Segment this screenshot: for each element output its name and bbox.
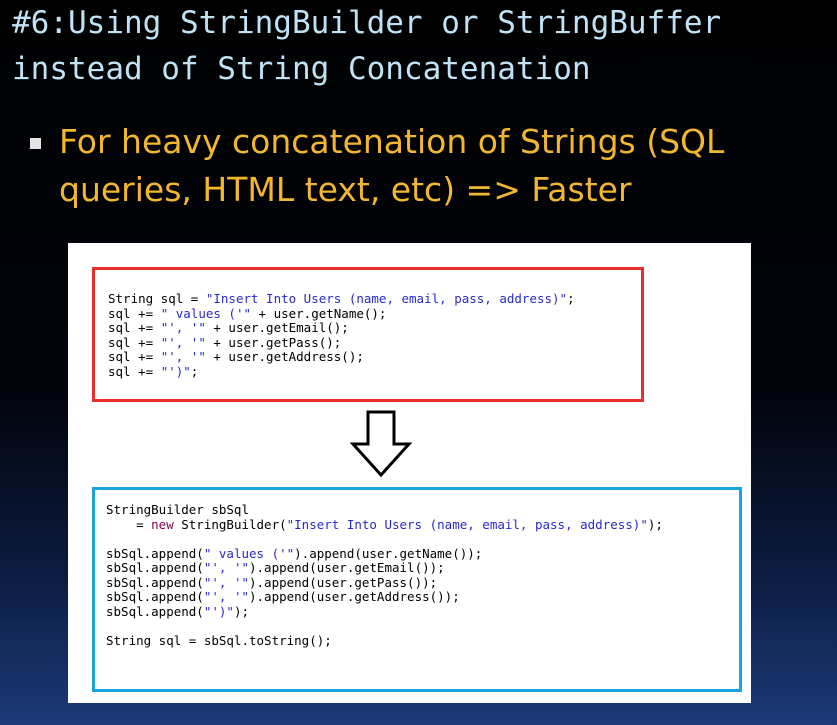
code-line: StringBuilder sbSql <box>106 502 249 517</box>
code-line: sbSql.append("', '").append(user.getEmai… <box>106 560 445 575</box>
code-line: sql += "')"; <box>108 363 199 379</box>
code-line: String sql = sbSql.toString(); <box>106 632 332 648</box>
code-line: sql += "', '" + user.getEmail(); <box>108 320 349 335</box>
code-line: sbSql.append("', '").append(user.getAddr… <box>106 589 460 604</box>
bullet-text: For heavy concatenation of Strings (SQL … <box>59 122 725 209</box>
code-line: sbSql.append(" values ('").append(user.g… <box>106 545 483 561</box>
code-line: = new StringBuilder("Insert Into Users (… <box>106 516 663 532</box>
code-after-box: StringBuilder sbSql = new StringBuilder(… <box>92 487 742 692</box>
square-bullet-icon <box>30 138 41 149</box>
code-before-box: String sql = "Insert Into Users (name, e… <box>92 267 644 402</box>
slide-title: #6:Using StringBuilder or StringBuffer i… <box>12 5 722 87</box>
code-line: sql += "', '" + user.getAddress(); <box>108 349 364 364</box>
bullet-item: For heavy concatenation of Strings (SQL … <box>30 118 830 214</box>
code-image-panel: String sql = "Insert Into Users (name, e… <box>68 243 751 703</box>
code-line: sql += " values ('" + user.getName(); <box>108 305 387 321</box>
code-line: sql += "', '" + user.getPass(); <box>108 334 342 350</box>
code-line: String sql = "Insert Into Users (name, e… <box>108 291 575 306</box>
code-line: sbSql.append("', '").append(user.getPass… <box>106 574 438 590</box>
down-arrow-icon <box>350 410 412 478</box>
code-line: sbSql.append("')"); <box>106 603 250 619</box>
